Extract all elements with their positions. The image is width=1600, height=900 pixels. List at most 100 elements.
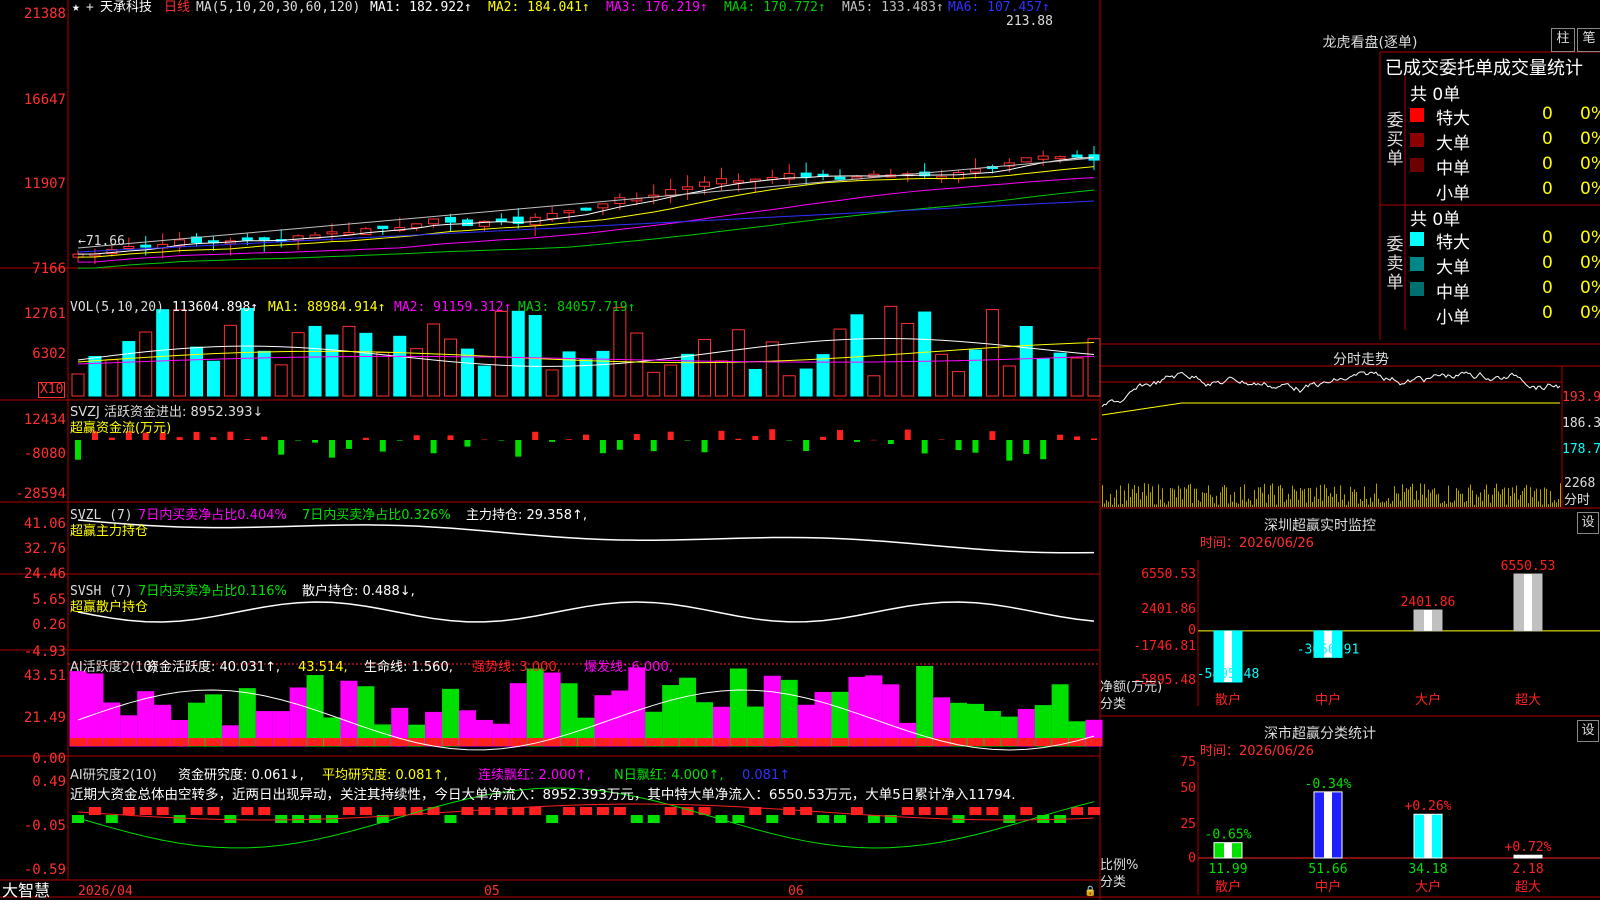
intraday-volume-bar: [1430, 492, 1431, 507]
research-bar: [647, 815, 660, 823]
kline-chart-area[interactable]: -5895.48 散户 -3056.91 中户 2401.86 大户 6550.53 超大 65…: [0, 0, 1600, 900]
research-bar: [122, 807, 135, 815]
candle-body: [1037, 155, 1049, 160]
intraday-volume-bar: [1424, 484, 1425, 507]
color-swatch: [1410, 158, 1424, 172]
activity-bar: [69, 671, 87, 747]
ai1-t4: 强势线: 3.000,: [472, 660, 561, 675]
intraday-volume-bar: [1138, 486, 1139, 507]
activity-bar: [357, 686, 375, 747]
category-label: 散户: [1215, 879, 1241, 895]
lock-icon[interactable]: 🔒: [1084, 884, 1096, 900]
intraday-volume-bar: [1146, 495, 1147, 507]
intraday-volume-bar: [1446, 503, 1447, 507]
sell-total: 共 0单: [1410, 210, 1461, 230]
research-bar: [1020, 807, 1033, 815]
intraday-volume-bar: [1428, 489, 1429, 507]
sell-row: 中单 0 0%: [1410, 278, 1600, 303]
intraday-volume-bar: [1378, 498, 1379, 507]
activity-base: [967, 738, 984, 746]
intraday-volume-bar: [1460, 494, 1461, 507]
candle-body: [241, 237, 253, 241]
intraday-volume-bar: [1408, 489, 1409, 507]
activity-base: [324, 738, 340, 746]
stock-name[interactable]: 天承科技: [100, 0, 152, 16]
ratio-value-label: 2.18: [1512, 862, 1543, 877]
row-percent: 0%: [1580, 179, 1600, 199]
activity-base: [1035, 738, 1052, 746]
bar-highlight: [1524, 855, 1532, 858]
intraday-volume-bar: [1120, 485, 1121, 507]
ai2-axis-2: -0.05: [23, 818, 66, 834]
intraday-volume-bar: [1308, 487, 1309, 507]
fund-flow-bar: [837, 429, 843, 440]
activity-base: [781, 738, 798, 746]
ai2-t4: N日飘红: 4.000↑,: [614, 768, 724, 783]
volume-bar: [1053, 352, 1067, 397]
volume-bar: [782, 375, 796, 397]
activity-base: [357, 738, 374, 746]
intraday-volume-bar: [1420, 483, 1421, 507]
intraday-volume-bar: [1216, 495, 1217, 507]
intraday-volume-bar: [1264, 483, 1265, 507]
row-percent: 0%: [1580, 129, 1600, 149]
intraday-volume-bar: [1102, 485, 1103, 507]
activity-base: [408, 738, 425, 746]
research-bar: [546, 815, 559, 823]
ai2-t3: 连续飘红: 2.000↑,: [478, 768, 591, 783]
ai1-t3: 生命线: 1.560,: [364, 660, 453, 675]
intraday-volume-bar: [1540, 489, 1541, 507]
intraday-volume-bar: [1526, 484, 1527, 507]
activity-base: [154, 738, 171, 746]
intraday-volume-bar: [1210, 494, 1211, 507]
candle-body: [546, 212, 558, 220]
bar-mode-button[interactable]: 柱: [1551, 28, 1575, 52]
intraday-volume-bar: [1344, 494, 1345, 507]
intraday-volume-bar: [1350, 486, 1351, 507]
sz-stats-axis-label: 0: [1188, 851, 1196, 866]
intraday-volume-bar: [1360, 499, 1361, 507]
fenshi-axis-3: 178.7: [1562, 442, 1600, 457]
lhb-tabs[interactable]: 已成交委托单成交量统计: [1385, 54, 1583, 80]
brand-logo[interactable]: 大智慧: [2, 882, 50, 900]
intraday-volume-bar: [1354, 489, 1355, 507]
bar-value-label: -3056.91: [1297, 642, 1360, 657]
sell-side-label: 委卖单: [1386, 235, 1404, 293]
row-count: 0: [1542, 253, 1553, 273]
plus-icon[interactable]: +: [86, 0, 94, 16]
intraday-volume-bar: [1358, 503, 1359, 507]
volume-bar: [545, 369, 559, 397]
intraday-volume-bar: [1134, 485, 1135, 507]
category-label: 超大: [1515, 880, 1541, 895]
tick-mode-button[interactable]: 笔: [1577, 28, 1600, 52]
candle-body: [699, 181, 711, 187]
fund-flow-bar: [904, 429, 911, 440]
intraday-volume-bar: [1104, 503, 1105, 507]
intraday-volume-bar: [1480, 492, 1481, 507]
bar-value-label: 2401.86: [1401, 595, 1456, 610]
intraday-volume-bar: [1510, 495, 1511, 507]
volume-bar: [342, 325, 356, 397]
ai1-t2: 43.514,: [298, 660, 348, 675]
intraday-volume-bar: [1260, 487, 1261, 507]
fund-flow-bar: [989, 431, 996, 440]
period-label[interactable]: 日线: [164, 0, 190, 16]
candle-body: [715, 178, 727, 185]
intraday-volume-bar: [1236, 502, 1237, 507]
intraday-volume-bar: [1346, 504, 1347, 507]
intraday-volume-bar: [1484, 489, 1485, 507]
ai1-t5: 爆发线: 6.000,: [584, 660, 673, 675]
intraday-volume-bar: [1530, 487, 1531, 507]
activity-base: [645, 738, 662, 746]
sz-monitor-settings-button[interactable]: 设: [1577, 512, 1599, 534]
intraday-volume-bar: [1160, 499, 1161, 507]
candle-body: [665, 189, 677, 196]
volume-bar: [579, 358, 593, 397]
intraday-volume-bar: [1154, 504, 1155, 507]
intraday-volume-bar: [1182, 499, 1183, 507]
ma5-line: [77, 157, 1095, 249]
sz-stats-settings-button[interactable]: 设: [1577, 720, 1599, 742]
intraday-volume-bar: [1466, 501, 1467, 507]
intraday-volume-bar: [1458, 490, 1459, 507]
activity-base: [832, 738, 848, 746]
